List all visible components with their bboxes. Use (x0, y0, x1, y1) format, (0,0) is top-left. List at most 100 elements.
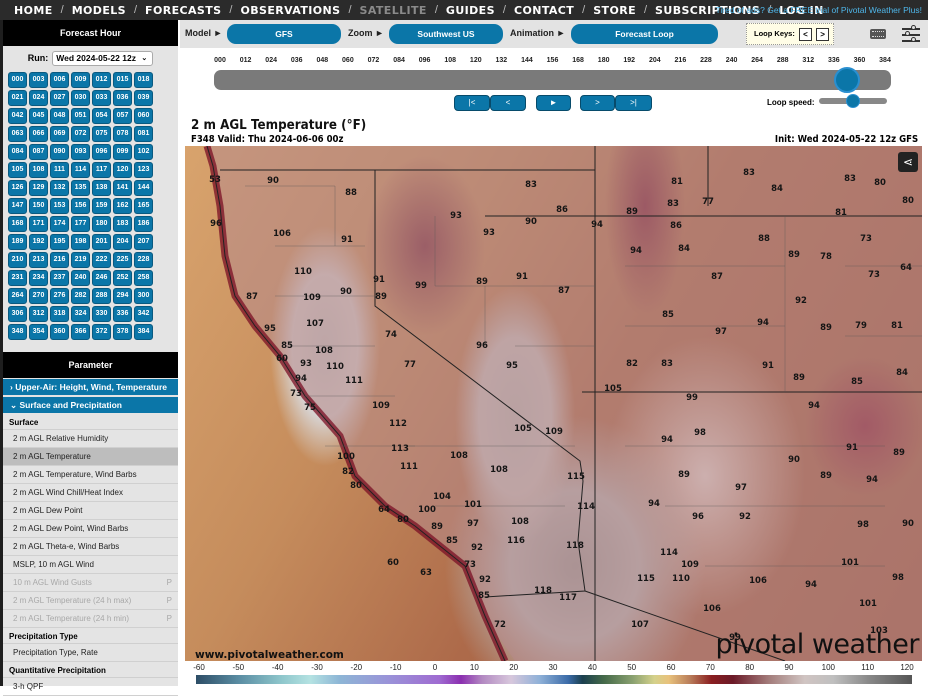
forecast-hour-button[interactable]: 114 (71, 162, 90, 178)
forecast-hour-button[interactable]: 132 (50, 180, 69, 196)
param-item[interactable]: 3-h QPF (3, 678, 178, 696)
forecast-hour-button[interactable]: 108 (29, 162, 48, 178)
share-icon[interactable]: ⋖ (898, 152, 918, 172)
forecast-hour-button[interactable]: 090 (50, 144, 69, 160)
forecast-hour-button[interactable]: 234 (29, 270, 48, 286)
forecast-hour-button[interactable]: 054 (92, 108, 111, 124)
forecast-hour-button[interactable]: 081 (134, 126, 153, 142)
forecast-hour-button[interactable]: 360 (50, 324, 69, 340)
forecast-hour-button[interactable]: 324 (71, 306, 90, 322)
forecast-hour-button[interactable]: 072 (71, 126, 90, 142)
forecast-hour-button[interactable]: 225 (113, 252, 132, 268)
forecast-hour-button[interactable]: 186 (134, 216, 153, 232)
forecast-hour-button[interactable]: 165 (134, 198, 153, 214)
param-item[interactable]: 2 m AGL Dew Point (3, 502, 178, 520)
param-item[interactable]: Precipitation Type, Rate (3, 644, 178, 662)
forecast-hour-button[interactable]: 066 (29, 126, 48, 142)
forecast-hour-button[interactable]: 252 (113, 270, 132, 286)
forecast-hour-button[interactable]: 093 (71, 144, 90, 160)
forecast-hour-button[interactable]: 039 (134, 90, 153, 106)
forecast-hour-button[interactable]: 312 (29, 306, 48, 322)
forecast-hour-button[interactable]: 048 (50, 108, 69, 124)
forecast-hour-button[interactable]: 135 (71, 180, 90, 196)
forecast-hour-button[interactable]: 231 (8, 270, 27, 286)
forecast-hour-button[interactable]: 210 (8, 252, 27, 268)
forecast-hour-button[interactable]: 204 (113, 234, 132, 250)
forecast-hour-button[interactable]: 201 (92, 234, 111, 250)
param-item[interactable]: 2 m AGL Theta-e, Wind Barbs (3, 538, 178, 556)
forecast-hour-button[interactable]: 027 (50, 90, 69, 106)
nav-forecasts[interactable]: FORECASTS (145, 4, 221, 17)
forecast-hour-button[interactable]: 228 (134, 252, 153, 268)
forecast-hour-button[interactable]: 177 (71, 216, 90, 232)
loop-speed-thumb[interactable] (846, 94, 860, 108)
forecast-hour-button[interactable]: 240 (71, 270, 90, 286)
keyboard-icon[interactable] (870, 29, 886, 39)
forecast-hour-button[interactable]: 006 (50, 72, 69, 88)
forecast-hour-button[interactable]: 057 (113, 108, 132, 124)
animation-select[interactable]: Forecast Loop (571, 24, 718, 44)
forecast-hour-button[interactable]: 207 (134, 234, 153, 250)
forecast-hour-button[interactable]: 342 (134, 306, 153, 322)
forecast-hour-button[interactable]: 000 (8, 72, 27, 88)
forecast-hour-button[interactable]: 120 (113, 162, 132, 178)
forecast-hour-button[interactable]: 384 (134, 324, 153, 340)
forecast-hour-button[interactable]: 156 (71, 198, 90, 214)
forecast-hour-button[interactable]: 042 (8, 108, 27, 124)
nav-satellite[interactable]: SATELLITE (360, 4, 427, 17)
forecast-hour-button[interactable]: 354 (29, 324, 48, 340)
forecast-hour-button[interactable]: 372 (92, 324, 111, 340)
forecast-hour-button[interactable]: 180 (92, 216, 111, 232)
forecast-hour-button[interactable]: 111 (50, 162, 69, 178)
forecast-hour-button[interactable]: 264 (8, 288, 27, 304)
param-item[interactable]: 2 m AGL Temperature (3, 448, 178, 466)
forecast-hour-button[interactable]: 015 (113, 72, 132, 88)
forecast-hour-button[interactable]: 033 (92, 90, 111, 106)
next-frame-button[interactable]: > (580, 95, 615, 111)
forecast-hour-button[interactable]: 258 (134, 270, 153, 286)
forecast-hour-button[interactable]: 336 (113, 306, 132, 322)
forecast-hour-button[interactable]: 378 (113, 324, 132, 340)
run-select[interactable]: Wed 2024-05-22 12z ⌄ (52, 50, 154, 66)
forecast-hour-button[interactable]: 282 (71, 288, 90, 304)
last-frame-button[interactable]: >| (615, 95, 652, 111)
nav-contact[interactable]: CONTACT (514, 4, 574, 17)
forecast-hour-button[interactable]: 060 (134, 108, 153, 124)
nav-store[interactable]: STORE (593, 4, 636, 17)
forecast-hour-button[interactable]: 030 (71, 90, 90, 106)
forecast-hour-button[interactable]: 075 (92, 126, 111, 142)
forecast-hour-button[interactable]: 069 (50, 126, 69, 142)
forecast-hour-button[interactable]: 171 (29, 216, 48, 232)
param-item[interactable]: 2 m AGL Temperature, Wind Barbs (3, 466, 178, 484)
param-item[interactable]: 2 m AGL Temperature (24 h min) P (3, 610, 178, 628)
model-select[interactable]: GFS (227, 24, 341, 44)
forecast-hour-button[interactable]: 009 (71, 72, 90, 88)
forecast-hour-button[interactable]: 138 (92, 180, 111, 196)
forecast-hour-button[interactable]: 216 (50, 252, 69, 268)
forecast-hour-button[interactable]: 294 (113, 288, 132, 304)
forecast-hour-button[interactable]: 162 (113, 198, 132, 214)
forecast-hour-button[interactable]: 012 (92, 72, 111, 88)
loop-key-prev[interactable]: < (798, 27, 812, 41)
param-item[interactable]: 10 m AGL Wind Gusts P (3, 574, 178, 592)
forecast-hour-button[interactable]: 105 (8, 162, 27, 178)
accordion-surface-and-precipitation[interactable]: ⌄ Surface and Precipitation (3, 397, 178, 414)
forecast-hour-button[interactable]: 063 (8, 126, 27, 142)
nav-home[interactable]: HOME (14, 4, 53, 17)
param-item[interactable]: 2 m AGL Wind Chill/Heat Index (3, 484, 178, 502)
forecast-hour-button[interactable]: 147 (8, 198, 27, 214)
forecast-hour-button[interactable]: 123 (134, 162, 153, 178)
forecast-hour-button[interactable]: 102 (134, 144, 153, 160)
forecast-hour-button[interactable]: 366 (71, 324, 90, 340)
forecast-hour-button[interactable]: 276 (50, 288, 69, 304)
loop-key-next[interactable]: > (816, 27, 830, 41)
weather-map[interactable]: 53 90 88 96 106 91 110 87 109 90 91 89 99 107 95 74 85 10… (185, 146, 922, 661)
promo-link[interactable]: Tired of ads? Get a FREE trial of Pivota… (716, 5, 922, 15)
forecast-hour-button[interactable]: 348 (8, 324, 27, 340)
nav-guides[interactable]: GUIDES (446, 4, 495, 17)
forecast-hour-button[interactable]: 195 (50, 234, 69, 250)
forecast-hour-button[interactable]: 087 (29, 144, 48, 160)
nav-observations[interactable]: OBSERVATIONS (240, 4, 340, 17)
forecast-hour-button[interactable]: 129 (29, 180, 48, 196)
forecast-hour-button[interactable]: 306 (8, 306, 27, 322)
